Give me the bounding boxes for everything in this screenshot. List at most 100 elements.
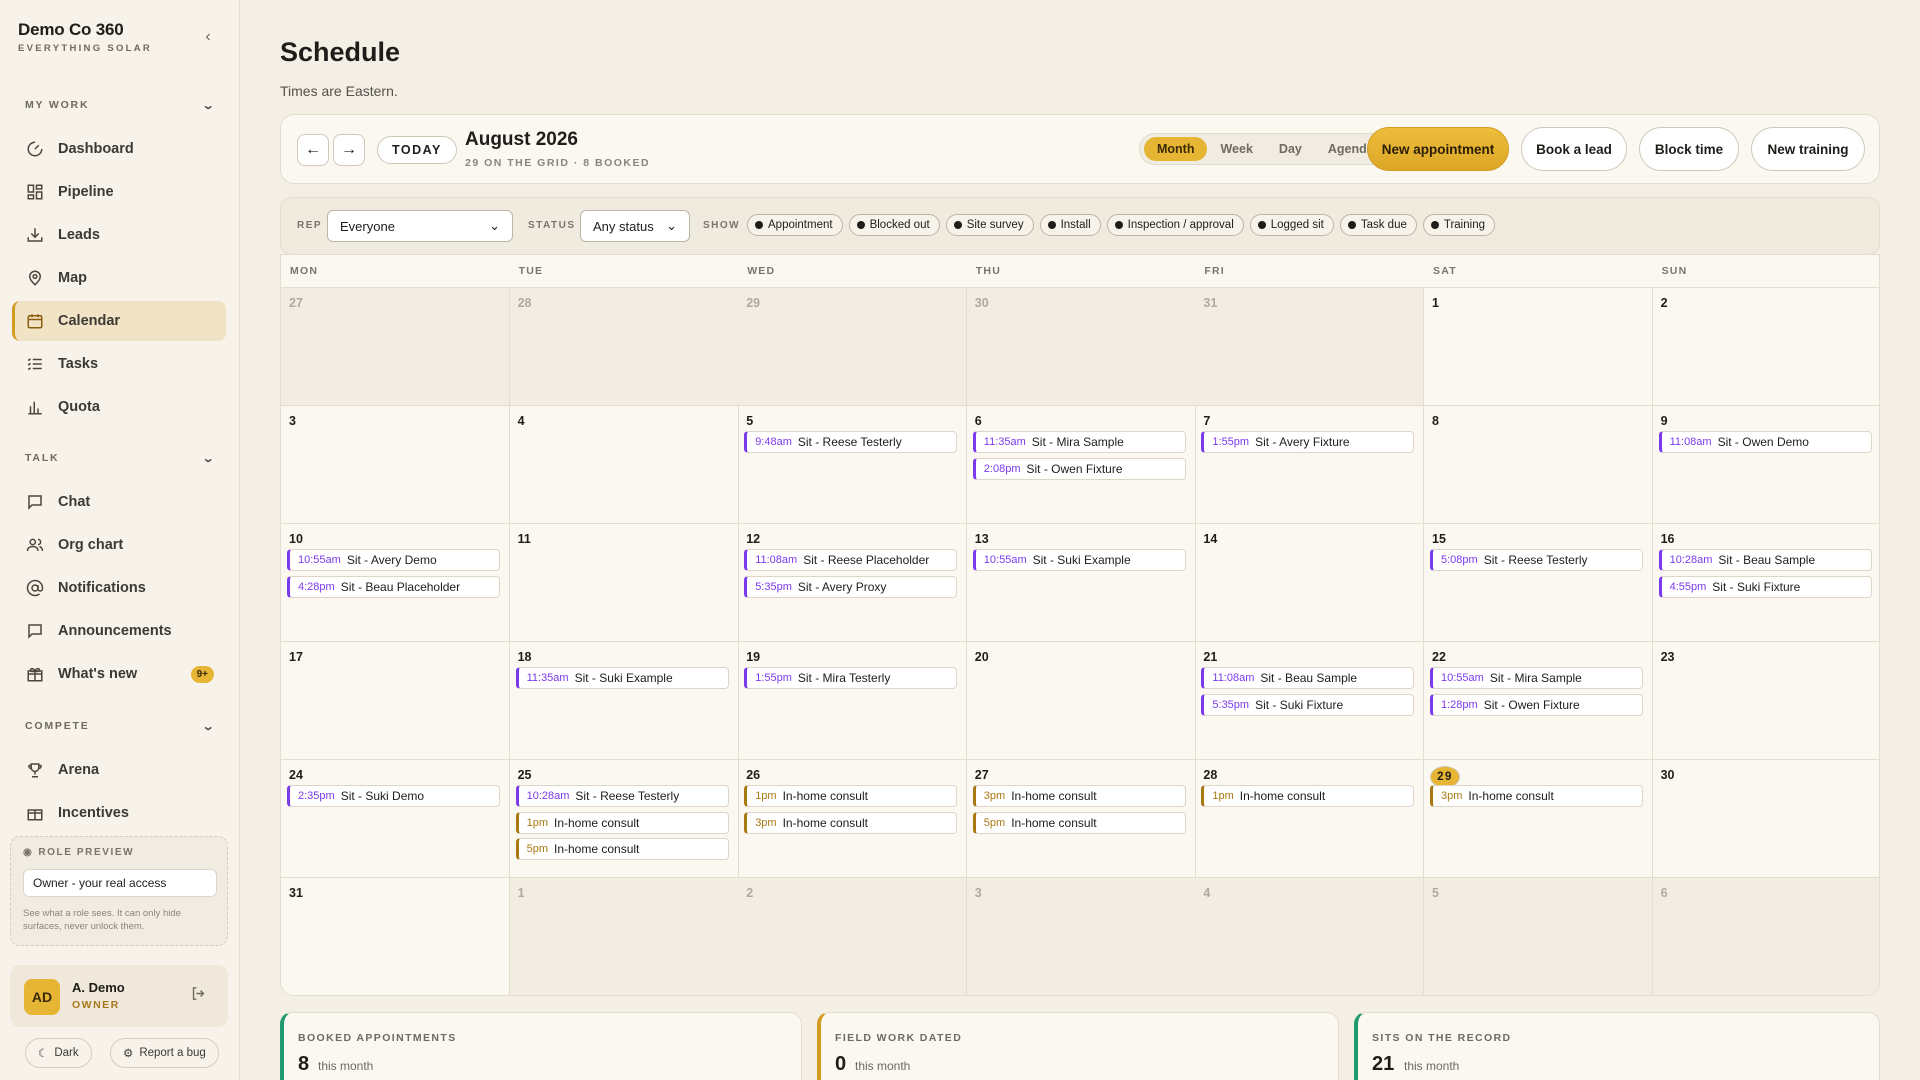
- day-cell[interactable]: 1: [509, 877, 739, 995]
- block-time-button[interactable]: Block time: [1639, 127, 1739, 171]
- calendar-event[interactable]: 10:55am Sit - Avery Demo: [287, 549, 500, 571]
- day-cell[interactable]: 27 3pm In-home consult 5pm In-home consult: [966, 759, 1196, 877]
- day-cell[interactable]: 4: [509, 405, 739, 523]
- day-cell[interactable]: 19 1:55pm Sit - Mira Testerly: [738, 641, 968, 759]
- nav-tasks[interactable]: Tasks: [12, 344, 226, 384]
- calendar-event[interactable]: 11:08am Sit - Reese Placeholder: [744, 549, 958, 571]
- calendar-event[interactable]: 2:35pm Sit - Suki Demo: [287, 785, 500, 807]
- day-cell[interactable]: 2: [738, 877, 968, 995]
- prev-month-button[interactable]: ←: [297, 134, 329, 166]
- chip-task-due[interactable]: Task due: [1339, 214, 1417, 236]
- rep-select[interactable]: Everyone ⌄: [327, 210, 513, 242]
- calendar-event[interactable]: 5:35pm Sit - Avery Proxy: [744, 575, 958, 598]
- nav-map[interactable]: Map: [12, 258, 226, 298]
- calendar-event[interactable]: 3pm In-home consult: [972, 785, 1186, 807]
- nav-quota[interactable]: Quota: [12, 387, 226, 427]
- day-cell[interactable]: 5: [1424, 877, 1653, 995]
- calendar-event[interactable]: 10:55am Sit - Mira Sample: [1430, 667, 1643, 689]
- calendar-event[interactable]: 1pm In-home consult: [1201, 785, 1415, 807]
- calendar-event[interactable]: 10:28am Sit - Reese Testerly: [515, 785, 729, 807]
- day-cell[interactable]: 7 1:55pm Sit - Avery Fixture: [1195, 405, 1425, 523]
- calendar-event[interactable]: 1pm In-home consult: [515, 811, 729, 834]
- day-cell[interactable]: 12 11:08am Sit - Reese Placeholder 5:35pm Si…: [738, 523, 968, 641]
- status-select[interactable]: Any status ⌄: [580, 210, 690, 242]
- day-cell[interactable]: 16 10:28am Sit - Beau Sample 4:55pm Sit - Su…: [1652, 523, 1879, 641]
- day-cell[interactable]: 9 11:08am Sit - Owen Demo: [1652, 405, 1879, 523]
- day-cell[interactable]: 21 11:08am Sit - Beau Sample 5:35pm Sit - Su…: [1195, 641, 1425, 759]
- brand[interactable]: Demo Co 360 EVERYTHING SOLAR: [18, 20, 152, 54]
- nav-arena[interactable]: Arena: [12, 750, 226, 790]
- day-cell[interactable]: 15 5:08pm Sit - Reese Testerly: [1424, 523, 1653, 641]
- day-cell[interactable]: 28: [509, 287, 739, 405]
- day-cell[interactable]: 29: [738, 287, 968, 405]
- day-cell[interactable]: 29 3pm In-home consult: [1424, 759, 1653, 877]
- nav-org-chart[interactable]: Org chart: [12, 525, 226, 565]
- calendar-event[interactable]: 11:35am Sit - Mira Sample: [972, 431, 1186, 453]
- nav-pipeline[interactable]: Pipeline: [12, 172, 226, 212]
- day-cell[interactable]: 11: [509, 523, 739, 641]
- nav-calendar[interactable]: Calendar: [12, 301, 226, 341]
- nav-dashboard[interactable]: Dashboard: [12, 129, 226, 169]
- day-cell[interactable]: 31: [1195, 287, 1425, 405]
- new-appointment-button[interactable]: New appointment: [1367, 127, 1509, 171]
- day-cell[interactable]: 25 10:28am Sit - Reese Testerly 1pm In-home …: [509, 759, 739, 877]
- day-cell[interactable]: 20: [966, 641, 1196, 759]
- chip-site-survey[interactable]: Site survey: [945, 214, 1034, 236]
- day-cell[interactable]: 30: [966, 287, 1196, 405]
- day-cell[interactable]: 22 10:55am Sit - Mira Sample 1:28pm Sit - Ow…: [1424, 641, 1653, 759]
- chip-appointment[interactable]: Appointment: [747, 214, 843, 236]
- calendar-event[interactable]: 11:08am Sit - Beau Sample: [1201, 667, 1415, 689]
- calendar-event[interactable]: 9:48am Sit - Reese Testerly: [744, 431, 958, 453]
- day-cell[interactable]: 3: [966, 877, 1196, 995]
- day-cell[interactable]: 5 9:48am Sit - Reese Testerly: [738, 405, 968, 523]
- calendar-event[interactable]: 11:08am Sit - Owen Demo: [1658, 431, 1872, 453]
- calendar-event[interactable]: 3pm In-home consult: [744, 811, 958, 834]
- calendar-event[interactable]: 5:08pm Sit - Reese Testerly: [1430, 549, 1643, 571]
- nav-notifications[interactable]: Notifications: [12, 568, 226, 608]
- chip-install[interactable]: Install: [1039, 214, 1101, 236]
- calendar-event[interactable]: 10:28am Sit - Beau Sample: [1658, 549, 1872, 571]
- section-compete[interactable]: COMPETE ⌄: [25, 718, 215, 734]
- day-cell[interactable]: 8: [1424, 405, 1653, 523]
- day-cell[interactable]: 23: [1652, 641, 1879, 759]
- calendar-event[interactable]: 5pm In-home consult: [972, 811, 1186, 834]
- calendar-event[interactable]: 10:55am Sit - Suki Example: [972, 549, 1186, 571]
- calendar-event[interactable]: 5pm In-home consult: [515, 838, 729, 860]
- nav-incentives[interactable]: Incentives: [12, 793, 226, 833]
- role-select[interactable]: Owner - your real access: [23, 869, 217, 897]
- day-cell[interactable]: 1: [1424, 287, 1653, 405]
- tab-day[interactable]: Day: [1266, 137, 1315, 161]
- report-bug-button[interactable]: ⚙ Report a bug: [110, 1038, 219, 1068]
- today-button[interactable]: TODAY: [377, 136, 457, 164]
- day-cell[interactable]: 17: [281, 641, 510, 759]
- chip-training[interactable]: Training: [1422, 214, 1495, 236]
- day-cell[interactable]: 31: [281, 877, 510, 995]
- day-cell[interactable]: 6 11:35am Sit - Mira Sample 2:08pm Sit - Owe…: [966, 405, 1196, 523]
- dark-mode-button[interactable]: ☾ Dark: [25, 1038, 92, 1068]
- day-cell[interactable]: 28 1pm In-home consult: [1195, 759, 1425, 877]
- section-my-work[interactable]: MY WORK ⌄: [25, 97, 215, 113]
- tab-week[interactable]: Week: [1207, 137, 1265, 161]
- calendar-event[interactable]: 3pm In-home consult: [1430, 785, 1643, 807]
- day-cell[interactable]: 4: [1195, 877, 1425, 995]
- day-cell[interactable]: 26 1pm In-home consult 3pm In-home consult: [738, 759, 968, 877]
- calendar-event[interactable]: 1:55pm Sit - Avery Fixture: [1201, 431, 1415, 453]
- book-lead-button[interactable]: Book a lead: [1521, 127, 1627, 171]
- section-talk[interactable]: TALK ⌄: [25, 450, 215, 466]
- new-training-button[interactable]: New training: [1751, 127, 1865, 171]
- day-cell[interactable]: 3: [281, 405, 510, 523]
- collapse-sidebar-icon[interactable]: ‹: [198, 28, 218, 46]
- nav-whats-new[interactable]: What's new 9+: [12, 654, 226, 694]
- chip-inspection[interactable]: Inspection / approval: [1106, 214, 1244, 236]
- day-cell[interactable]: 13 10:55am Sit - Suki Example: [966, 523, 1196, 641]
- day-cell[interactable]: 27: [281, 287, 510, 405]
- calendar-event[interactable]: 1:28pm Sit - Owen Fixture: [1430, 693, 1643, 716]
- day-cell[interactable]: 14: [1195, 523, 1425, 641]
- calendar-event[interactable]: 1pm In-home consult: [744, 785, 958, 807]
- avatar[interactable]: AD: [24, 979, 60, 1015]
- next-month-button[interactable]: →: [333, 134, 365, 166]
- tab-month[interactable]: Month: [1144, 137, 1208, 161]
- calendar-event[interactable]: 4:28pm Sit - Beau Placeholder: [287, 575, 500, 598]
- calendar-event[interactable]: 1:55pm Sit - Mira Testerly: [744, 667, 958, 689]
- day-cell[interactable]: 18 11:35am Sit - Suki Example: [509, 641, 739, 759]
